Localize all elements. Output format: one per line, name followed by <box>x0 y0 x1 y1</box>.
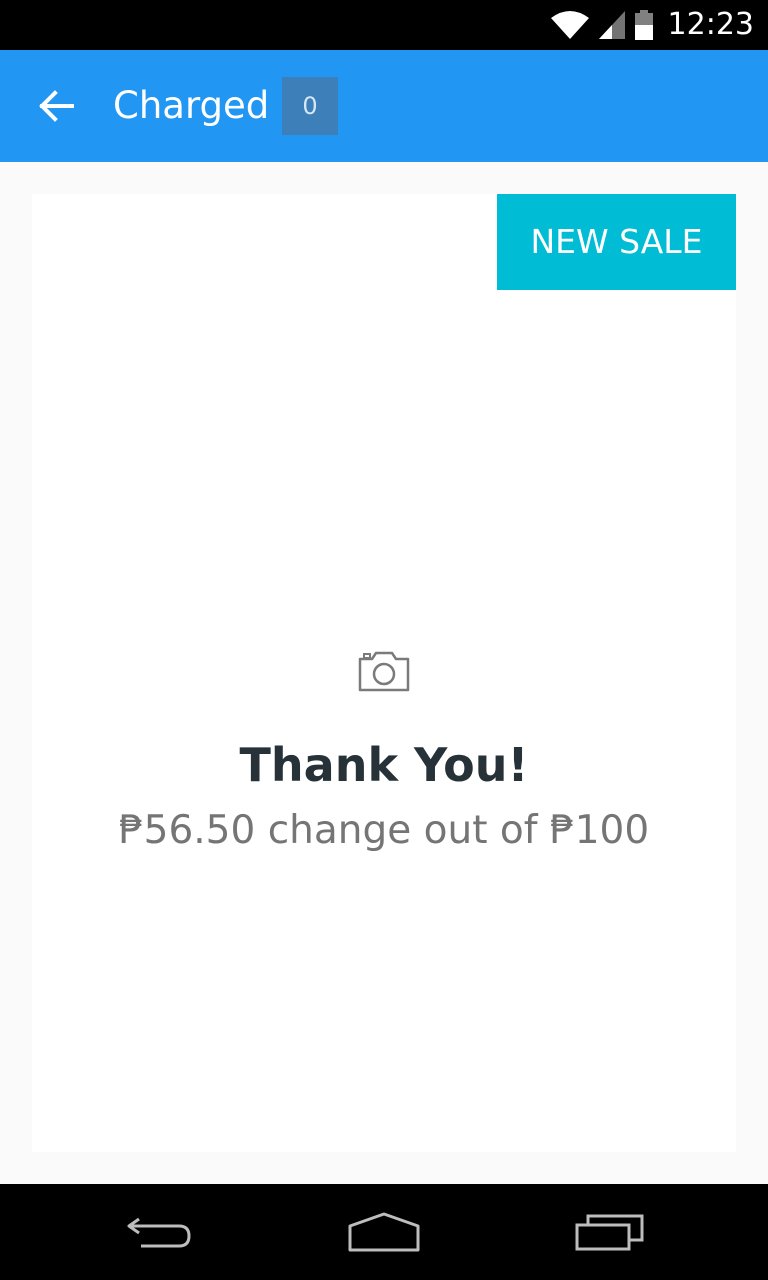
app-bar: Charged 0 <box>0 50 768 162</box>
nav-home-button[interactable] <box>324 1184 444 1280</box>
change-message: ₱56.50 change out of ₱100 <box>118 808 650 853</box>
status-time: 12:23 <box>667 7 754 42</box>
arrow-back-icon <box>39 90 74 122</box>
recents-icon <box>575 1214 644 1251</box>
thank-you-heading: Thank You! <box>239 738 529 792</box>
wifi-icon <box>550 11 589 39</box>
count-badge: 0 <box>282 77 338 135</box>
nav-recents-button[interactable] <box>550 1184 670 1280</box>
navigation-bar <box>0 1184 768 1280</box>
camera-icon[interactable] <box>358 650 410 692</box>
receipt-card: NEW SALE Thank You! ₱56.50 change out of… <box>32 194 736 1152</box>
signal-icon <box>598 11 625 39</box>
home-icon <box>348 1212 420 1252</box>
page-title: Charged <box>113 84 270 127</box>
battery-icon <box>634 10 653 40</box>
nav-back-button[interactable] <box>100 1184 220 1280</box>
status-icons: 12:23 <box>550 0 754 50</box>
status-bar: 12:23 <box>0 0 768 50</box>
new-sale-button[interactable]: NEW SALE <box>497 194 736 290</box>
back-button[interactable] <box>28 78 84 134</box>
back-icon <box>127 1217 191 1248</box>
